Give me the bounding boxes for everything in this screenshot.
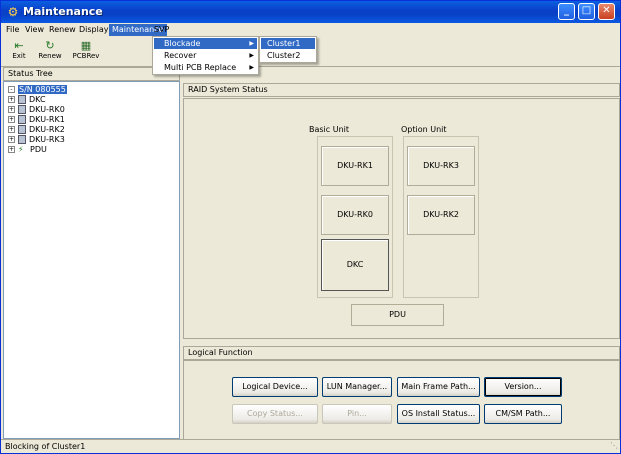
submenu-arrow-icon: ▶ bbox=[249, 64, 254, 71]
tree-label: DKU-RK0 bbox=[29, 105, 65, 114]
menu-item-cluster1[interactable]: Cluster1 bbox=[261, 38, 315, 49]
menu-file[interactable]: File bbox=[3, 24, 22, 36]
maintenance-menu: Blockade ▶ Recover ▶ Multi PCB Replace ▶ bbox=[152, 36, 259, 75]
menu-item-multi-pcb-replace[interactable]: Multi PCB Replace ▶ bbox=[154, 62, 257, 73]
expand-icon[interactable]: + bbox=[8, 146, 15, 153]
tree-label: DKC bbox=[29, 95, 46, 104]
expand-icon[interactable]: + bbox=[8, 116, 15, 123]
device-icon bbox=[18, 95, 26, 104]
menu-view[interactable]: View bbox=[22, 24, 47, 36]
tree-node-rk2[interactable]: + DKU-RK2 bbox=[8, 125, 65, 135]
menu-renew[interactable]: Renew bbox=[46, 24, 79, 36]
collapse-icon[interactable]: - bbox=[8, 86, 15, 93]
multi-pcb-label: Multi PCB Replace bbox=[164, 63, 237, 72]
tree-node-root[interactable]: - S/N 080555 bbox=[8, 85, 67, 95]
menu-display[interactable]: Display bbox=[76, 24, 112, 36]
menu-item-blockade[interactable]: Blockade ▶ bbox=[154, 38, 257, 49]
device-icon bbox=[18, 115, 26, 124]
pdu-box[interactable]: PDU bbox=[351, 304, 444, 326]
menu-svp[interactable]: SVP bbox=[151, 24, 172, 36]
version-button[interactable]: Version... bbox=[484, 377, 562, 397]
root-label: S/N 080555 bbox=[18, 85, 67, 94]
tree-node-pdu[interactable]: + ⚡ PDU bbox=[8, 145, 47, 155]
tool-icon: ⚙ bbox=[7, 5, 19, 19]
tree-label: DKU-RK1 bbox=[29, 115, 65, 124]
refresh-icon: ↻ bbox=[45, 39, 55, 52]
logical-function-header: Logical Function bbox=[183, 346, 620, 360]
menu-bar: File View Renew Display Maintenance SVP bbox=[1, 23, 620, 37]
tree-node-rk1[interactable]: + DKU-RK1 bbox=[8, 115, 65, 125]
main-frame-path-button[interactable]: Main Frame Path... bbox=[397, 377, 480, 397]
copy-status-button: Copy Status... bbox=[232, 404, 318, 424]
title-bar[interactable]: ⚙ Maintenance _ □ ✕ bbox=[1, 1, 620, 23]
expand-icon[interactable]: + bbox=[8, 96, 15, 103]
raid-status-header: RAID System Status bbox=[183, 83, 620, 97]
logical-device-button[interactable]: Logical Device... bbox=[232, 377, 318, 397]
expand-icon[interactable]: + bbox=[8, 136, 15, 143]
resize-grip-icon[interactable]: ⋱ bbox=[610, 439, 618, 452]
logical-function-panel: Logical Function Logical Device... LUN M… bbox=[183, 344, 620, 441]
close-button[interactable]: ✕ bbox=[598, 3, 615, 20]
cm-sm-path-button[interactable]: CM/SM Path... bbox=[484, 404, 562, 424]
dku-rk1-box[interactable]: DKU-RK1 bbox=[321, 146, 389, 186]
expand-icon[interactable]: + bbox=[8, 106, 15, 113]
renew-label: Renew bbox=[38, 52, 62, 60]
tree-node-rk0[interactable]: + DKU-RK0 bbox=[8, 105, 65, 115]
tree-node-rk3[interactable]: + DKU-RK3 bbox=[8, 135, 65, 145]
os-install-status-button[interactable]: OS Install Status... bbox=[397, 404, 480, 424]
exit-label: Exit bbox=[12, 52, 26, 60]
pin-button: Pin... bbox=[322, 404, 392, 424]
dku-rk3-box[interactable]: DKU-RK3 bbox=[407, 146, 475, 186]
pcb-board-icon: ▦ bbox=[80, 39, 92, 52]
basic-unit-title: Basic Unit bbox=[309, 125, 350, 134]
window-title: Maintenance bbox=[23, 5, 103, 18]
blockade-label: Blockade bbox=[164, 39, 201, 48]
expand-icon[interactable]: + bbox=[8, 126, 15, 133]
status-tree: - S/N 080555 + DKC + DKU-RK0 + DKU-RK1 + DKU-… bbox=[3, 81, 180, 439]
maintenance-window: ⚙ Maintenance _ □ ✕ File View Renew Disp… bbox=[0, 0, 621, 454]
status-text: Blocking of Cluster1 bbox=[5, 442, 86, 451]
dkc-box[interactable]: DKC bbox=[321, 239, 389, 291]
tree-label: PDU bbox=[30, 145, 47, 154]
tree-label: DKU-RK3 bbox=[29, 135, 65, 144]
device-icon bbox=[18, 125, 26, 134]
device-icon bbox=[18, 105, 26, 114]
raid-frame: Basic Unit Option Unit DKU-RK1 DKU-RK3 D… bbox=[183, 98, 620, 339]
submenu-arrow-icon: ▶ bbox=[249, 52, 254, 59]
dku-rk2-box[interactable]: DKU-RK2 bbox=[407, 195, 475, 235]
status-bar: Blocking of Cluster1 ⋱ bbox=[1, 439, 620, 453]
tree-node-dkc[interactable]: + DKC bbox=[8, 95, 46, 105]
blockade-submenu: Cluster1 Cluster2 bbox=[259, 36, 317, 63]
tree-label: DKU-RK2 bbox=[29, 125, 65, 134]
renew-button[interactable]: ↻ Renew bbox=[35, 39, 65, 65]
option-unit-title: Option Unit bbox=[401, 125, 447, 134]
minimize-button[interactable]: _ bbox=[558, 3, 575, 20]
pcbrev-label: PCBRev bbox=[72, 52, 100, 60]
power-icon: ⚡ bbox=[18, 145, 24, 154]
maximize-button[interactable]: □ bbox=[578, 3, 595, 20]
pcbrev-button[interactable]: ▦ PCBRev bbox=[69, 39, 103, 65]
submenu-arrow-icon: ▶ bbox=[249, 40, 254, 47]
lun-manager-button[interactable]: LUN Manager... bbox=[322, 377, 392, 397]
menu-item-recover[interactable]: Recover ▶ bbox=[154, 50, 257, 61]
recover-label: Recover bbox=[164, 51, 197, 60]
raid-status-panel: RAID System Status Basic Unit Option Uni… bbox=[183, 81, 620, 339]
logical-function-frame: Logical Device... LUN Manager... Main Fr… bbox=[183, 360, 620, 441]
device-icon bbox=[18, 135, 26, 144]
menu-item-cluster2[interactable]: Cluster2 bbox=[261, 50, 315, 61]
exit-button[interactable]: ⇤ Exit bbox=[7, 39, 31, 65]
exit-icon: ⇤ bbox=[14, 39, 24, 52]
dku-rk0-box[interactable]: DKU-RK0 bbox=[321, 195, 389, 235]
